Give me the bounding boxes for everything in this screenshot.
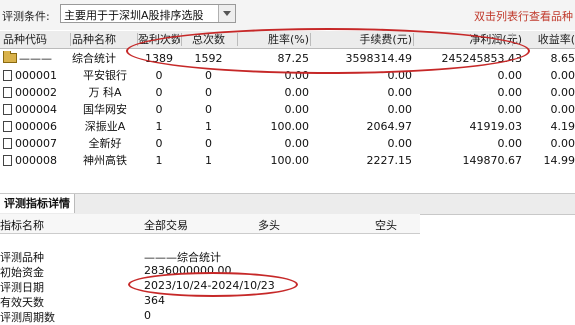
row-total: 0 — [205, 86, 212, 99]
row-rate: 100.00 — [270, 154, 310, 167]
row-yield: 0.00 — [550, 69, 575, 82]
filter-bar: 评测条件: 主要用于于深圳A股排序选股 双击列表行查看品种 — [0, 0, 575, 30]
row-rate: 0.00 — [284, 86, 310, 99]
row-wins: 0 — [155, 137, 163, 150]
row-code: 000001 — [15, 69, 57, 82]
document-icon — [3, 87, 12, 98]
row-rate: 100.00 — [270, 120, 310, 133]
row-net: 0.00 — [497, 103, 523, 116]
row-fee: 2064.97 — [366, 120, 413, 133]
row-yield: 8.65 — [550, 52, 575, 65]
table-row[interactable]: 000008 神州高铁 1 1 100.00 2227.15 149870.67… — [0, 153, 575, 169]
row-yield: 0.00 — [550, 137, 575, 150]
row-yield: 4.19 — [550, 120, 575, 133]
document-icon — [3, 155, 12, 166]
row-wins: 0 — [155, 86, 163, 99]
row-yield: 14.99 — [543, 154, 575, 167]
row-wins: 1 — [155, 120, 163, 133]
header-yield[interactable]: 收益率( — [522, 31, 575, 48]
detail-header-metric: 指标名称 — [0, 219, 44, 232]
row-code: 000007 — [15, 137, 57, 150]
row-fee: 0.00 — [387, 86, 413, 99]
hint-text: 双击列表行查看品种 — [474, 10, 573, 23]
detail-row: 初始资金 2836000000.00 — [0, 264, 575, 279]
row-name: 深振业A — [84, 120, 126, 133]
row-name: 平安银行 — [83, 69, 127, 82]
row-net: 149870.67 — [462, 154, 523, 167]
detail-row: 评测品种 ———综合统计 — [0, 249, 575, 264]
table-row[interactable]: 000007 全新好 0 0 0.00 0.00 0.00 0.00 — [0, 136, 575, 152]
condition-select[interactable]: 主要用于于深圳A股排序选股 — [60, 4, 236, 23]
row-name: 万 科A — [88, 86, 122, 99]
row-net: 0.00 — [497, 137, 523, 150]
row-name: 全新好 — [88, 137, 122, 150]
detail-header-all: 全部交易 — [144, 219, 188, 232]
document-icon — [3, 121, 12, 132]
detail-row: 评测周期数 0 — [0, 309, 575, 324]
row-yield: 0.00 — [550, 103, 575, 116]
detail-key: 评测周期数 — [0, 311, 55, 324]
table-row[interactable]: 000004 国华网安 0 0 0.00 0.00 0.00 0.00 — [0, 102, 575, 118]
row-net: 0.00 — [497, 86, 523, 99]
row-wins: 1 — [155, 154, 163, 167]
document-icon — [3, 104, 12, 115]
highlight-circle-date — [128, 272, 298, 297]
row-fee: 0.00 — [387, 103, 413, 116]
tab-metrics-detail[interactable]: 评测指标详情 — [0, 194, 75, 213]
row-yield: 0.00 — [550, 86, 575, 99]
row-code: 000008 — [15, 154, 57, 167]
detail-value: 364 — [144, 294, 165, 307]
header-code[interactable]: 品种代码 — [3, 31, 69, 48]
chevron-down-icon[interactable] — [218, 5, 235, 22]
detail-header-short: 空头 — [375, 219, 397, 232]
row-total: 1 — [205, 120, 212, 133]
row-rate: 0.00 — [284, 137, 310, 150]
detail-header: 指标名称 全部交易 多头 空头 — [0, 214, 420, 234]
table-row[interactable]: 000006 深振业A 1 1 100.00 2064.97 41919.03 … — [0, 119, 575, 135]
row-code: 000006 — [15, 120, 57, 133]
row-fee: 2227.15 — [366, 154, 413, 167]
detail-key: 评测日期 — [0, 281, 44, 294]
detail-header-long: 多头 — [258, 219, 280, 232]
row-fee: 0.00 — [387, 137, 413, 150]
row-total: 0 — [205, 103, 212, 116]
row-code: ——— — [19, 52, 52, 65]
detail-key: 初始资金 — [0, 266, 44, 279]
row-name: 国华网安 — [83, 103, 127, 116]
row-code: 000002 — [15, 86, 57, 99]
detail-value: 0 — [144, 309, 151, 322]
highlight-circle — [126, 28, 530, 74]
filter-label: 评测条件: — [2, 10, 50, 23]
header-name[interactable]: 品种名称 — [72, 31, 138, 48]
folder-icon — [3, 51, 17, 63]
document-icon — [3, 70, 12, 81]
row-net: 41919.03 — [469, 120, 523, 133]
table-row[interactable]: 000002 万 科A 0 0 0.00 0.00 0.00 0.00 — [0, 85, 575, 101]
document-icon — [3, 138, 12, 149]
row-total: 1 — [205, 154, 212, 167]
detail-key: 有效天数 — [0, 296, 44, 309]
detail-row: 有效天数 364 — [0, 294, 575, 309]
detail-value: ———综合统计 — [144, 251, 221, 264]
condition-select-value: 主要用于于深圳A股排序选股 — [64, 9, 204, 22]
row-rate: 0.00 — [284, 103, 310, 116]
row-code: 000004 — [15, 103, 57, 116]
detail-key: 评测品种 — [0, 251, 44, 264]
row-name: 神州高铁 — [83, 154, 127, 167]
detail-tabbar: 评测指标详情 — [0, 193, 575, 215]
row-wins: 0 — [155, 103, 163, 116]
row-total: 0 — [205, 137, 212, 150]
row-wins: 0 — [155, 69, 163, 82]
